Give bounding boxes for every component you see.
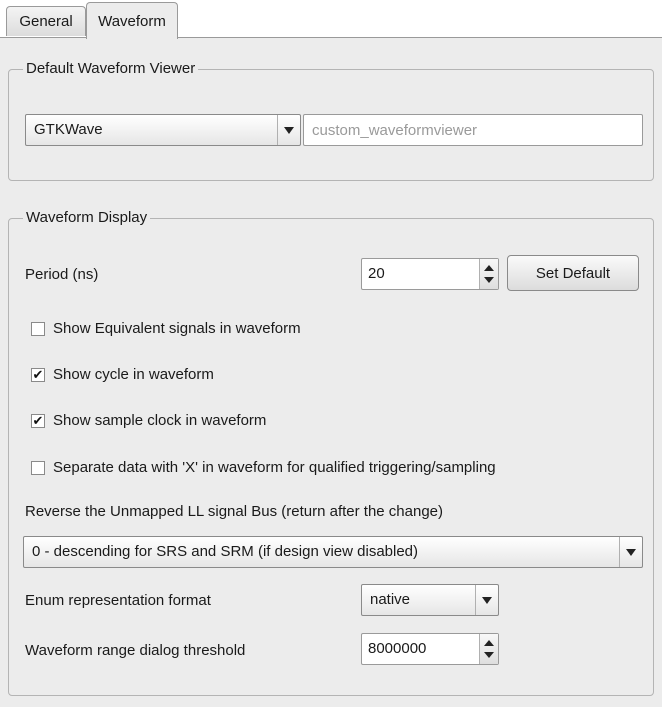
tab-general[interactable]: General xyxy=(6,6,86,36)
reverse-bus-select[interactable]: 0 - descending for SRS and SRM (if desig… xyxy=(23,536,643,568)
separate-data-x-label: Separate data with 'X' in waveform for q… xyxy=(53,459,496,476)
tab-general-label: General xyxy=(19,13,73,30)
enum-format-select[interactable]: native xyxy=(361,584,499,616)
default-waveform-viewer-title: Default Waveform Viewer xyxy=(23,60,199,78)
show-sample-clock-checkbox-row[interactable]: ✔ Show sample clock in waveform xyxy=(31,412,266,429)
tab-waveform[interactable]: Waveform xyxy=(86,2,178,39)
show-equivalent-signals-label: Show Equivalent signals in waveform xyxy=(53,320,301,337)
show-cycle-label: Show cycle in waveform xyxy=(53,366,214,383)
show-sample-clock-checkbox[interactable]: ✔ xyxy=(31,413,45,428)
waveform-settings-panel: Default Waveform Viewer GTKWave Waveform… xyxy=(0,37,662,707)
spin-buttons[interactable] xyxy=(479,259,498,289)
waveform-display-title: Waveform Display xyxy=(23,209,151,227)
set-default-button[interactable]: Set Default xyxy=(507,255,639,291)
spin-buttons[interactable] xyxy=(479,634,498,664)
show-sample-clock-label: Show sample clock in waveform xyxy=(53,412,267,429)
waveform-display-group: Waveform Display Period (ns) 20 Set Defa… xyxy=(8,209,654,696)
default-waveform-viewer-group: Default Waveform Viewer GTKWave xyxy=(8,60,654,181)
spin-down-icon[interactable] xyxy=(484,277,494,283)
custom-viewer-input-box xyxy=(303,114,643,146)
threshold-label: Waveform range dialog threshold xyxy=(25,642,246,659)
waveform-viewer-select[interactable]: GTKWave xyxy=(25,114,301,146)
chevron-down-icon xyxy=(619,537,642,567)
chevron-down-icon xyxy=(277,115,300,145)
show-cycle-checkbox-row[interactable]: ✔ Show cycle in waveform xyxy=(31,366,214,383)
reverse-bus-label: Reverse the Unmapped LL signal Bus (retu… xyxy=(25,503,444,520)
custom-viewer-input[interactable] xyxy=(304,115,642,145)
separate-data-x-checkbox-row[interactable]: Separate data with 'X' in waveform for q… xyxy=(31,459,496,476)
period-spinbox[interactable]: 20 xyxy=(361,258,499,290)
show-equivalent-signals-checkbox[interactable] xyxy=(31,321,45,336)
threshold-spinbox[interactable]: 8000000 xyxy=(361,633,499,665)
waveform-viewer-select-value: GTKWave xyxy=(34,121,103,138)
spin-up-icon[interactable] xyxy=(484,265,494,271)
spin-up-icon[interactable] xyxy=(484,640,494,646)
spin-down-icon[interactable] xyxy=(484,652,494,658)
tab-bar: General Waveform xyxy=(0,0,662,39)
tab-waveform-label: Waveform xyxy=(98,12,166,30)
show-equivalent-signals-checkbox-row[interactable]: Show Equivalent signals in waveform xyxy=(31,320,301,337)
enum-format-label: Enum representation format xyxy=(25,592,211,609)
chevron-down-icon xyxy=(475,585,498,615)
threshold-value: 8000000 xyxy=(368,640,427,657)
period-value: 20 xyxy=(368,265,385,282)
set-default-button-label: Set Default xyxy=(535,264,611,282)
reverse-bus-select-value: 0 - descending for SRS and SRM (if desig… xyxy=(32,543,419,560)
period-label: Period (ns) xyxy=(25,266,99,283)
enum-format-select-value: native xyxy=(370,591,411,608)
show-cycle-checkbox[interactable]: ✔ xyxy=(31,367,45,382)
separate-data-x-checkbox[interactable] xyxy=(31,460,45,475)
